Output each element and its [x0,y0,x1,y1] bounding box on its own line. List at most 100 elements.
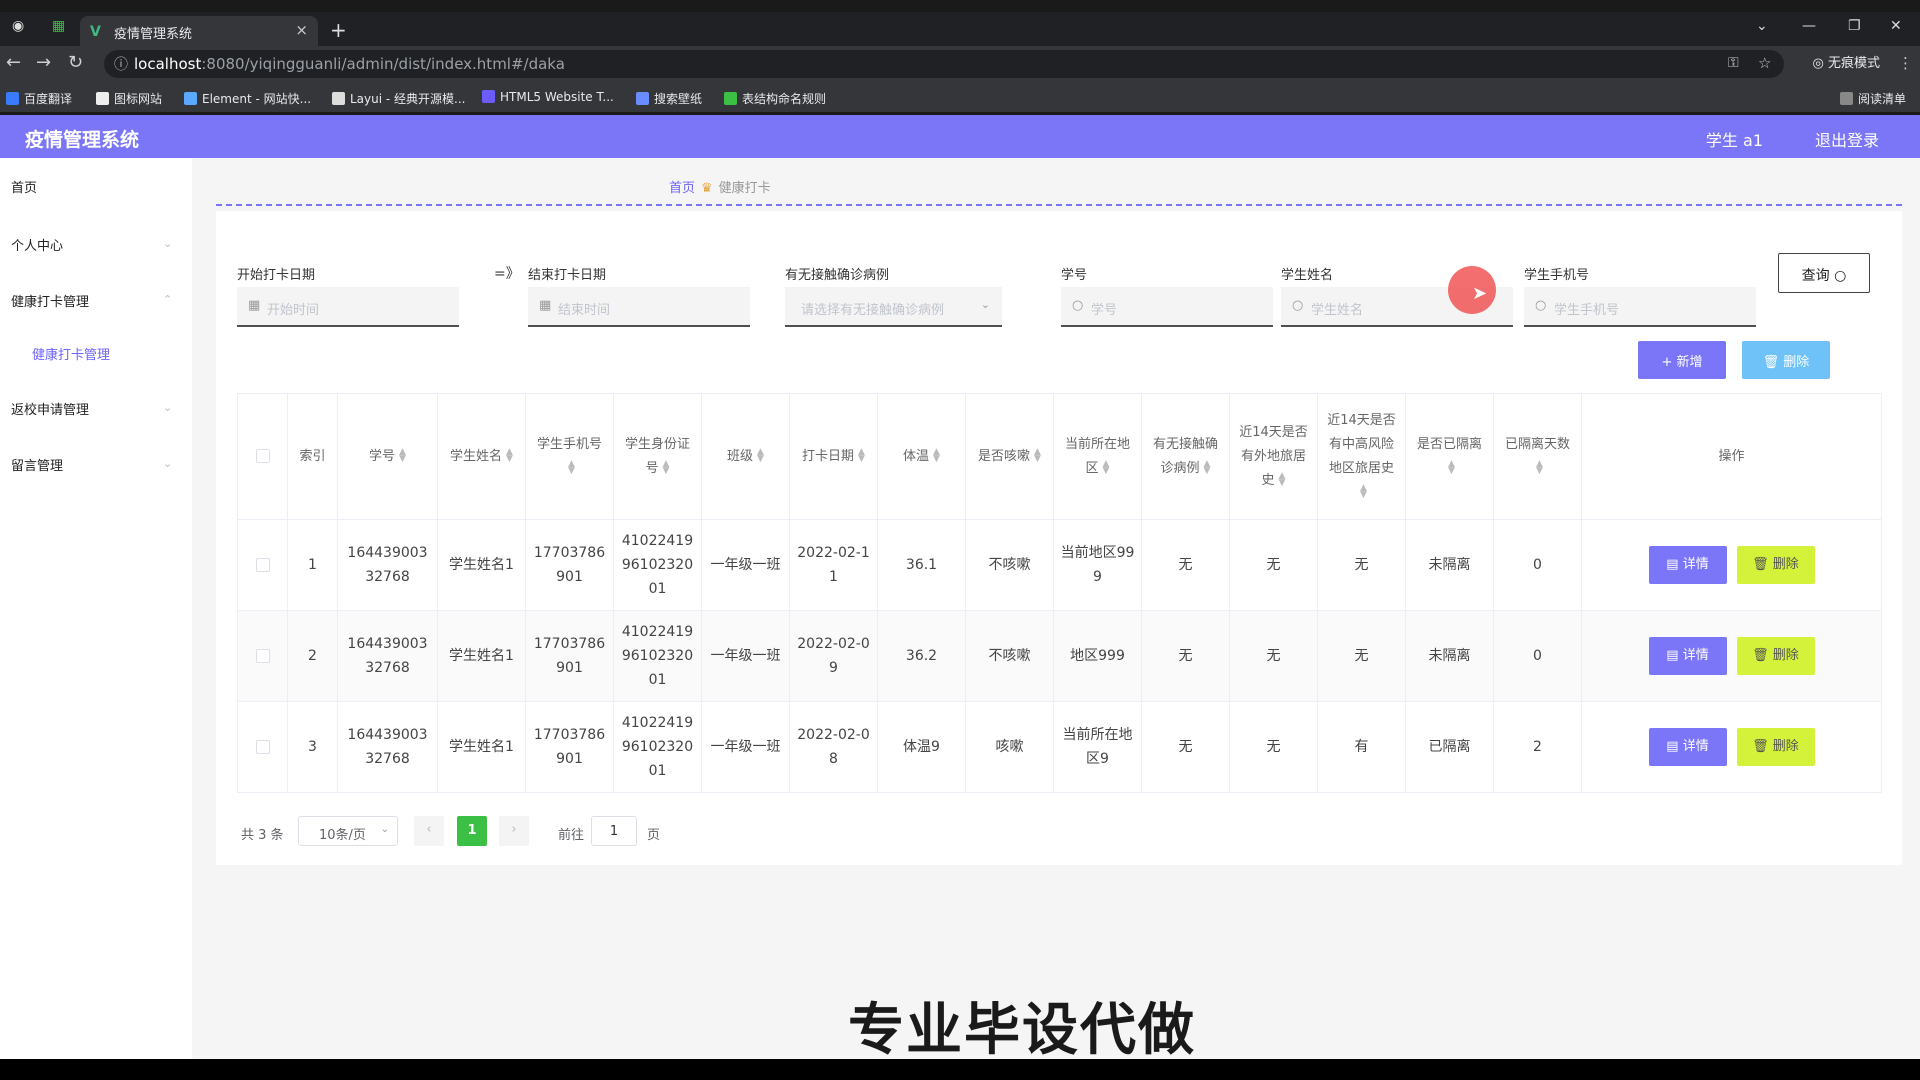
phone-input[interactable]: ○ 学生手机号 [1524,287,1756,327]
table-cell: 无 [1317,519,1406,611]
sort-icon[interactable]: ▲ ▼ [1536,460,1543,476]
column-header[interactable]: 学生手机号▲ ▼ [525,393,614,520]
crown-icon: ♛ [701,181,713,196]
url-input[interactable]: ⓘ localhost:8080/yiqingguanli/admin/dist… [104,50,1784,78]
end-date-input[interactable]: ▦ 结束时间 [528,287,750,327]
sort-icon[interactable]: ▲ ▼ [933,448,940,464]
query-button[interactable]: 查询 ○ [1778,253,1870,293]
column-header[interactable]: 打卡日期 ▲ ▼ [789,393,878,520]
column-header[interactable]: 近14天是否有中高风险地区旅居史▲ ▼ [1317,393,1406,520]
pinned-tab-icon[interactable]: ▦ [52,18,65,34]
bookmark-item[interactable]: HTML5 Website T... [482,90,614,104]
column-header[interactable]: 已隔离天数▲ ▼ [1493,393,1582,520]
sort-icon[interactable]: ▲ ▼ [568,460,575,476]
reading-list[interactable]: 阅读清单 [1840,90,1906,107]
column-header[interactable]: 体温 ▲ ▼ [877,393,966,520]
sidebar-item-messages[interactable]: 留言管理 [11,455,63,474]
sidebar-item-home[interactable]: 首页 [11,177,37,196]
goto-page-input[interactable]: 1 [591,816,637,846]
column-header[interactable]: 学号 ▲ ▼ [337,393,438,520]
table-cell: 不咳嗽 [965,519,1054,611]
restore-icon[interactable]: ❐ [1848,18,1861,34]
sort-icon[interactable]: ▲ ▼ [757,448,764,464]
delete-button[interactable]: 🗑 删除 [1736,546,1815,584]
bookmark-item[interactable]: 图标网站 [96,90,162,107]
header-checkbox-cell [237,393,288,520]
column-header[interactable]: 是否咳嗽 ▲ ▼ [965,393,1054,520]
key-icon[interactable]: ⚿ [1728,55,1739,71]
sort-icon[interactable]: ▲ ▼ [1360,484,1367,500]
detail-button[interactable]: ▤ 详情 [1648,637,1727,675]
select-all-checkbox[interactable] [255,449,270,463]
column-header[interactable]: 是否已隔离▲ ▼ [1405,393,1494,520]
start-date-input[interactable]: ▦ 开始时间 [237,287,459,327]
browser-tab-active[interactable]: V 疫情管理系统 × [80,16,318,46]
detail-button[interactable]: ▤ 详情 [1648,546,1727,584]
bookmark-item[interactable]: 百度翻译 [6,90,72,107]
bookmark-item[interactable]: 搜索壁纸 [636,90,702,107]
close-icon[interactable]: × [295,21,308,39]
bookmarks-bar: 百度翻译 图标网站 Element - 网站快... Layui - 经典开源模… [0,82,1920,112]
column-header[interactable]: 当前所在地区 ▲ ▼ [1053,393,1142,520]
reload-icon[interactable]: ↻ [68,52,83,73]
student-id-input[interactable]: ○ 学号 [1061,287,1273,327]
delete-button[interactable]: 🗑 删除 [1736,728,1815,766]
new-tab-button[interactable]: + [330,18,347,42]
batch-delete-button[interactable]: 🗑 删除 [1742,341,1830,379]
sort-icon[interactable]: ▲ ▼ [1204,460,1211,476]
sort-icon[interactable]: ▲ ▼ [1034,448,1041,464]
sidebar-item-health-checkin[interactable]: 健康打卡管理 [11,291,89,310]
bookmark-item[interactable]: Layui - 经典开源模... [332,90,465,107]
column-header[interactable]: 学生身份证号 ▲ ▼ [613,393,702,520]
next-page-button[interactable]: › [499,816,529,846]
table-cell: 一年级一班 [701,610,790,702]
table-cell: 一年级一班 [701,701,790,793]
back-icon[interactable]: ← [6,52,21,73]
sort-icon[interactable]: ▲ ▼ [506,448,513,464]
logout-link[interactable]: 退出登录 [1815,127,1879,151]
row-checkbox[interactable] [255,558,270,572]
row-checkbox[interactable] [255,740,270,754]
current-user[interactable]: 学生 a1 [1706,127,1763,151]
bookmark-item[interactable]: 表结构命名规则 [724,90,826,107]
layui-icon [332,92,345,105]
chevron-down-icon: ⌄ [163,457,173,470]
minimize-icon[interactable]: — [1802,18,1816,34]
more-menu-icon[interactable]: ⋮ [1898,54,1913,72]
column-header[interactable]: 有无接触确诊病例 ▲ ▼ [1141,393,1230,520]
column-header[interactable]: 近14天是否有外地旅居史 ▲ ▼ [1229,393,1318,520]
breadcrumb: 首页 ♛ 健康打卡 [669,177,771,196]
detail-button[interactable]: ▤ 详情 [1648,728,1727,766]
sort-icon[interactable]: ▲ ▼ [1103,460,1110,476]
info-icon[interactable]: ⓘ [114,54,128,74]
row-checkbox[interactable] [255,649,270,663]
sort-icon[interactable]: ▲ ▼ [663,460,670,476]
breadcrumb-home[interactable]: 首页 [669,181,695,196]
column-header[interactable]: 学生姓名 ▲ ▼ [437,393,526,520]
sort-icon[interactable]: ▲ ▼ [399,448,406,464]
sort-icon[interactable]: ▲ ▼ [1279,472,1286,488]
chevron-left-icon: ‹ [426,822,432,837]
contact-select[interactable]: 请选择有无接触确诊病例 ⌄ [785,287,1002,327]
browser-addressbar: ← → ↻ ⓘ localhost:8080/yiqingguanli/admi… [0,46,1920,82]
forward-icon[interactable]: → [36,52,51,73]
page-size-select[interactable]: 10条/页 ⌄ [298,816,398,846]
incognito-badge[interactable]: ◎ 无痕模式 [1813,52,1881,71]
star-icon[interactable]: ☆ [1758,54,1771,72]
sidebar-item-profile[interactable]: 个人中心 [11,235,63,254]
sidebar-item-return-school[interactable]: 返校申请管理 [11,399,89,418]
delete-button[interactable]: 🗑 删除 [1736,637,1815,675]
prev-page-button[interactable]: ‹ [414,816,444,846]
bookmark-item[interactable]: Element - 网站快... [184,90,311,107]
table-header-row: 索引 学号 ▲ ▼ 学生姓名 ▲ ▼ 学生手机号▲ ▼ 学生身份证号 ▲ ▼ 班级 ▲ ▼ 打卡日… [237,393,1882,520]
sidebar-subitem-health-checkin[interactable]: 健康打卡管理 [32,344,110,363]
table-cell: 2 [287,610,338,702]
tab-search-icon[interactable]: ⌄ [1756,18,1768,34]
page-number-active[interactable]: 1 [457,816,487,846]
add-button[interactable]: + 新增 [1638,341,1726,379]
sort-icon[interactable]: ▲ ▼ [858,448,865,464]
sort-icon[interactable]: ▲ ▼ [1448,460,1455,476]
top-nav: 疫情管理系统 学生 a1 退出登录 [0,115,1920,158]
column-header[interactable]: 班级 ▲ ▼ [701,393,790,520]
close-window-icon[interactable]: ✕ [1890,18,1902,34]
